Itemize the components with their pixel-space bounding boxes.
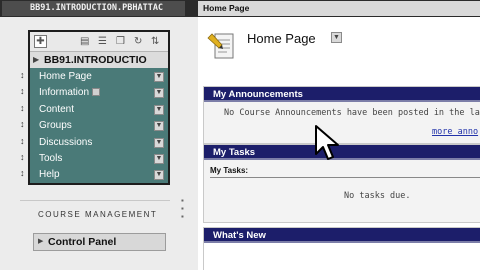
chevron-down-icon[interactable]: ▼: [154, 121, 164, 131]
course-management-heading: COURSE MANAGEMENT: [38, 210, 158, 219]
refresh-icon[interactable]: ↻: [134, 36, 142, 48]
whats-new-module: What's New: [203, 227, 480, 270]
page-breadcrumb[interactable]: Home Page: [198, 1, 480, 16]
menu-item-label: Content: [39, 104, 75, 115]
menu-item-tools[interactable]: Tools ▼: [30, 151, 168, 167]
course-menu-title-label: BB91.INTRODUCTIO: [44, 54, 147, 66]
chevron-down-icon[interactable]: ▼: [154, 72, 164, 82]
folder-icon[interactable]: ▤: [80, 36, 89, 48]
menu-item-content[interactable]: Content ▼: [30, 102, 168, 118]
chevron-down-icon[interactable]: ▼: [154, 88, 164, 98]
page-title: Home Page: [247, 31, 316, 46]
tasks-module: My Tasks My Tasks: No tasks due.: [203, 144, 480, 223]
drag-handle-icon[interactable]: ↕: [20, 70, 25, 80]
menu-item-information[interactable]: Information ▼: [30, 85, 168, 101]
drag-handle-icon[interactable]: ↕: [20, 86, 25, 96]
announcements-header: My Announcements: [204, 87, 480, 102]
divider: [210, 177, 480, 178]
top-bar: BB91.INTRODUCTION.PBHATTAC Home Page: [0, 0, 480, 17]
control-panel-label: Control Panel: [48, 236, 117, 248]
menu-item-groups[interactable]: Groups ▼: [30, 118, 168, 134]
triangle-right-icon: ▶: [33, 55, 40, 64]
control-panel-button[interactable]: ▶ Control Panel: [33, 233, 166, 251]
drag-handle-icon[interactable]: ↕: [20, 119, 25, 129]
tasks-subheader: My Tasks:: [210, 166, 249, 175]
add-icon[interactable]: ✚: [34, 35, 47, 48]
folder-badge-icon: [92, 88, 101, 97]
mouse-cursor-icon: [315, 125, 339, 160]
menu-item-label: Groups: [39, 120, 72, 131]
splitter-handle-icon[interactable]: ▪ ▪ ▪: [181, 197, 184, 221]
course-menu-toolbar: ✚ ▤ ☰ ❒ ↻ ⇅: [30, 32, 168, 52]
menu-item-home-page[interactable]: Home Page ▼: [30, 69, 168, 85]
announcements-module: My Announcements No Course Announcements…: [203, 86, 480, 144]
course-menu: ✚ ▤ ☰ ❒ ↻ ⇅ ▶ BB91.INTRODUCTIO Home Page…: [28, 30, 170, 185]
menu-item-discussions[interactable]: Discussions ▼: [30, 135, 168, 151]
drag-handle-icon[interactable]: ↕: [20, 136, 25, 146]
menu-item-label: Discussions: [39, 137, 93, 148]
course-breadcrumb[interactable]: BB91.INTRODUCTION.PBHATTAC: [2, 1, 185, 16]
divider: [20, 200, 170, 201]
menu-item-label: Tools: [39, 153, 63, 164]
list-icon[interactable]: ☰: [98, 36, 107, 48]
more-announcements-link[interactable]: more anno: [432, 127, 478, 137]
chevron-down-icon[interactable]: ▼: [331, 32, 342, 43]
page-pencil-icon: [207, 33, 234, 59]
menu-item-label: Information: [39, 87, 90, 98]
collapse-arrows-icon[interactable]: ⇅: [151, 36, 159, 48]
menu-item-help[interactable]: Help ▼: [30, 167, 168, 183]
drag-handle-icon[interactable]: ↕: [20, 152, 25, 162]
announcements-message: No Course Announcements have been posted…: [224, 108, 480, 118]
whats-new-header: What's New: [204, 228, 480, 243]
course-menu-title[interactable]: ▶ BB91.INTRODUCTIO: [30, 52, 168, 68]
menu-item-label: Home Page: [39, 71, 92, 82]
chevron-down-icon[interactable]: ▼: [154, 138, 164, 148]
chevron-down-icon[interactable]: ▼: [154, 105, 164, 115]
tasks-header: My Tasks: [204, 145, 480, 160]
announcements-body: No Course Announcements have been posted…: [204, 102, 480, 143]
drag-handle-icon[interactable]: ↕: [20, 168, 25, 178]
tasks-message: No tasks due.: [344, 191, 411, 201]
folder-view-icon[interactable]: ❒: [116, 36, 125, 48]
chevron-down-icon[interactable]: ▼: [154, 154, 164, 164]
triangle-right-icon: ▶: [38, 238, 44, 245]
menu-item-label: Help: [39, 169, 60, 180]
drag-handle-icon[interactable]: ↕: [20, 103, 25, 113]
tasks-body: My Tasks: No tasks due.: [204, 160, 480, 222]
chevron-down-icon[interactable]: ▼: [154, 170, 164, 180]
